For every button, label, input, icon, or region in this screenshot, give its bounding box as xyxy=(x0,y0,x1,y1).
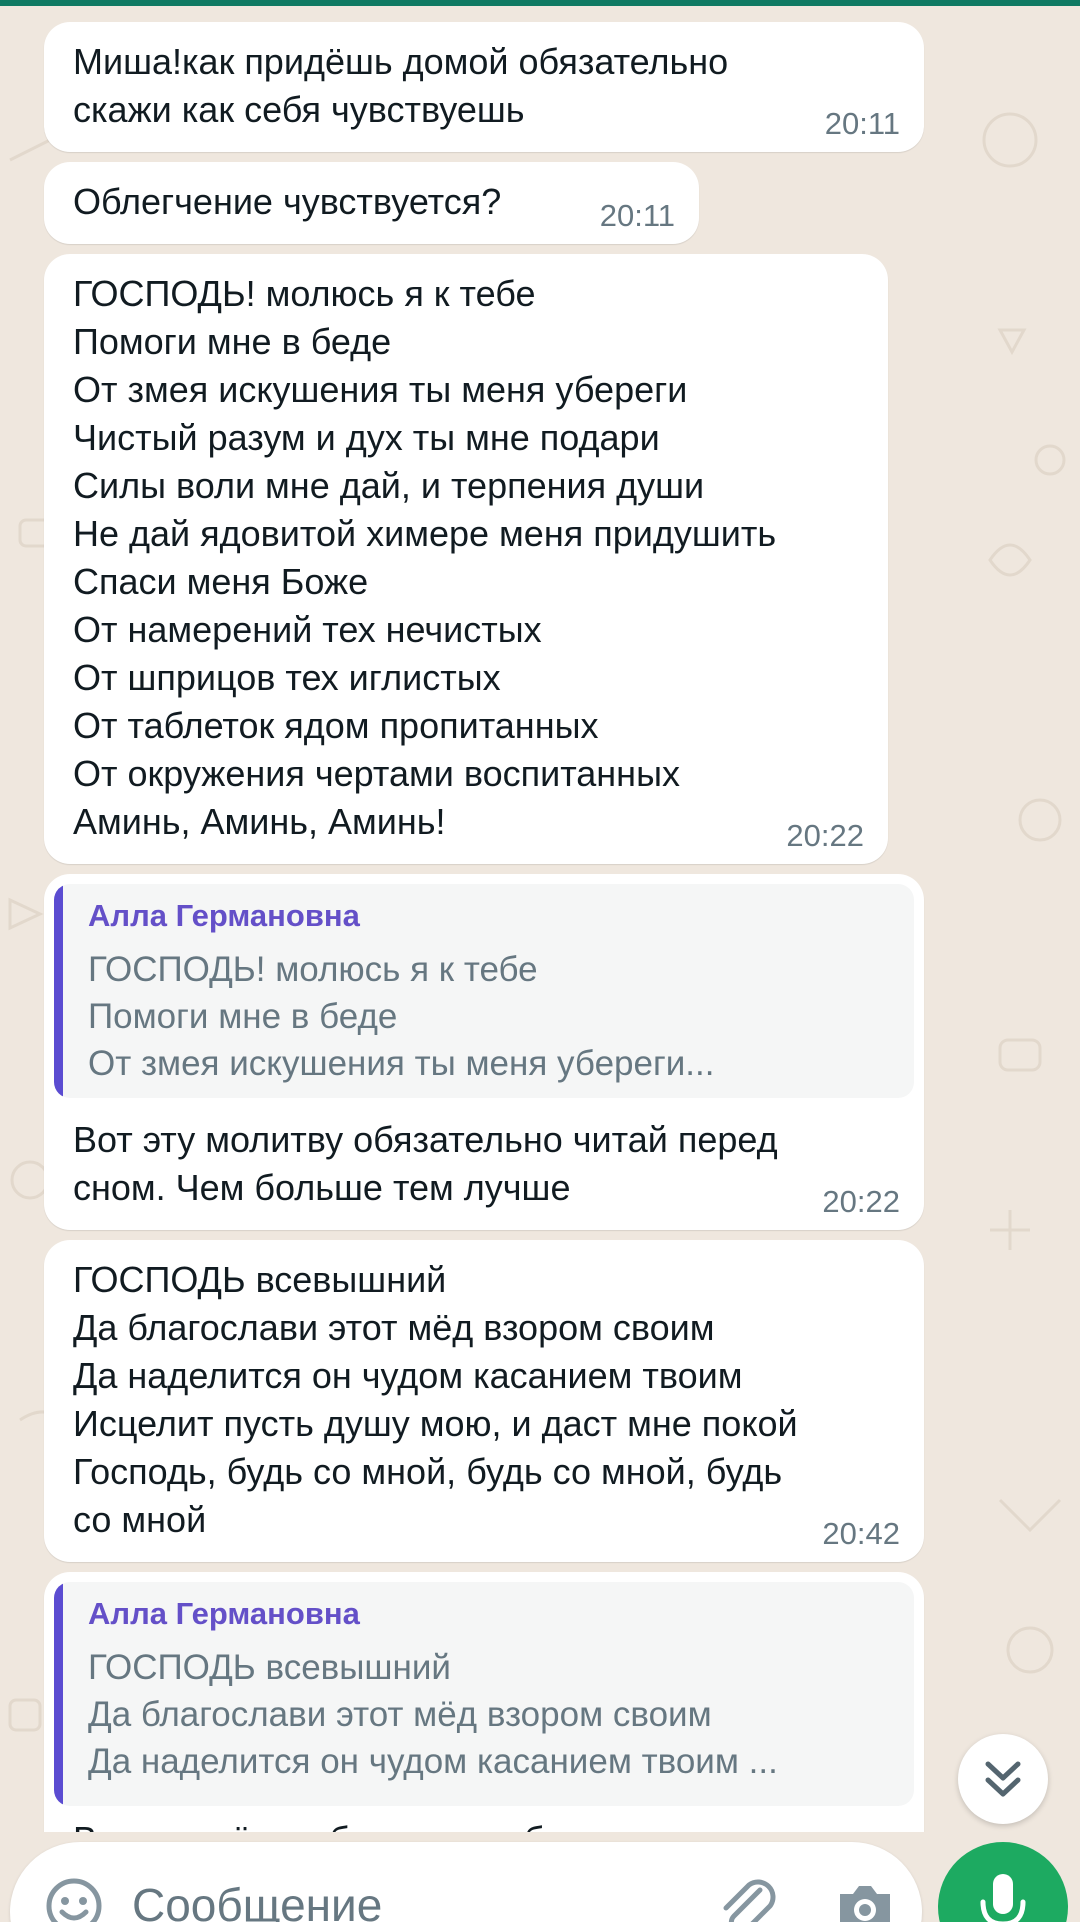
message-bubble[interactable]: Миша!как придёшь домой обязательно скажи… xyxy=(44,22,924,152)
message-bubble[interactable]: Облегчение чувствуется? 20:11 xyxy=(44,162,699,244)
quote-text: ГОСПОДЬ всевышний Да благослави этот мёд… xyxy=(88,1648,778,1781)
quote-author: Алла Германовна xyxy=(88,1596,360,1631)
scroll-to-bottom-button[interactable] xyxy=(958,1734,1048,1824)
emoji-icon[interactable] xyxy=(44,1876,104,1922)
chevron-double-down-icon xyxy=(985,1761,1021,1797)
voice-record-button[interactable] xyxy=(938,1842,1068,1922)
message-text: ГОСПОДЬ всевышний Да благослави этот мёд… xyxy=(73,1259,798,1540)
quote-author: Алла Германовна xyxy=(88,898,360,933)
attach-icon[interactable] xyxy=(710,1872,780,1922)
message-time: 20:22 xyxy=(786,818,864,853)
message-input[interactable]: Сообщение xyxy=(132,1878,382,1922)
quote-accent-bar xyxy=(54,884,63,1098)
quoted-message[interactable]: Алла Германовна ГОСПОДЬ всевышний Да бла… xyxy=(54,1582,914,1806)
mic-icon xyxy=(980,1874,1026,1922)
message-text: ГОСПОДЬ! молюсь я к тебе Помоги мне в бе… xyxy=(73,273,777,842)
message-text: Миша!как придёшь домой обязательно скажи… xyxy=(73,41,729,130)
message-bubble[interactable]: ГОСПОДЬ! молюсь я к тебе Помоги мне в бе… xyxy=(44,254,888,864)
message-time: 20:11 xyxy=(824,106,900,141)
message-bubble[interactable]: ГОСПОДЬ всевышний Да благослави этот мёд… xyxy=(44,1240,924,1562)
message-bubble[interactable]: Алла Германовна ГОСПОДЬ! молюсь я к тебе… xyxy=(44,874,924,1230)
camera-icon[interactable] xyxy=(830,1872,900,1922)
message-text: Облегчение чувствуется? xyxy=(73,181,502,222)
quote-text: ГОСПОДЬ! молюсь я к тебе Помоги мне в бе… xyxy=(88,950,715,1083)
message-time: 20:42 xyxy=(822,1516,900,1551)
message-bubble[interactable]: Алла Германовна ГОСПОДЬ всевышний Да бла… xyxy=(44,1572,924,1832)
message-composer[interactable]: Сообщение xyxy=(10,1842,922,1922)
message-list[interactable]: Миша!как придёшь домой обязательно скажи… xyxy=(0,0,1080,1832)
message-time: 20:22 xyxy=(822,1184,900,1219)
message-text: Возьми мёд из баночки, добавь капли xyxy=(73,1816,709,1832)
quote-accent-bar xyxy=(54,1582,63,1806)
message-text: Вот эту молитву обязательно читай перед … xyxy=(73,1119,778,1208)
quoted-message[interactable]: Алла Германовна ГОСПОДЬ! молюсь я к тебе… xyxy=(54,884,914,1098)
message-time: 20:11 xyxy=(599,198,675,233)
